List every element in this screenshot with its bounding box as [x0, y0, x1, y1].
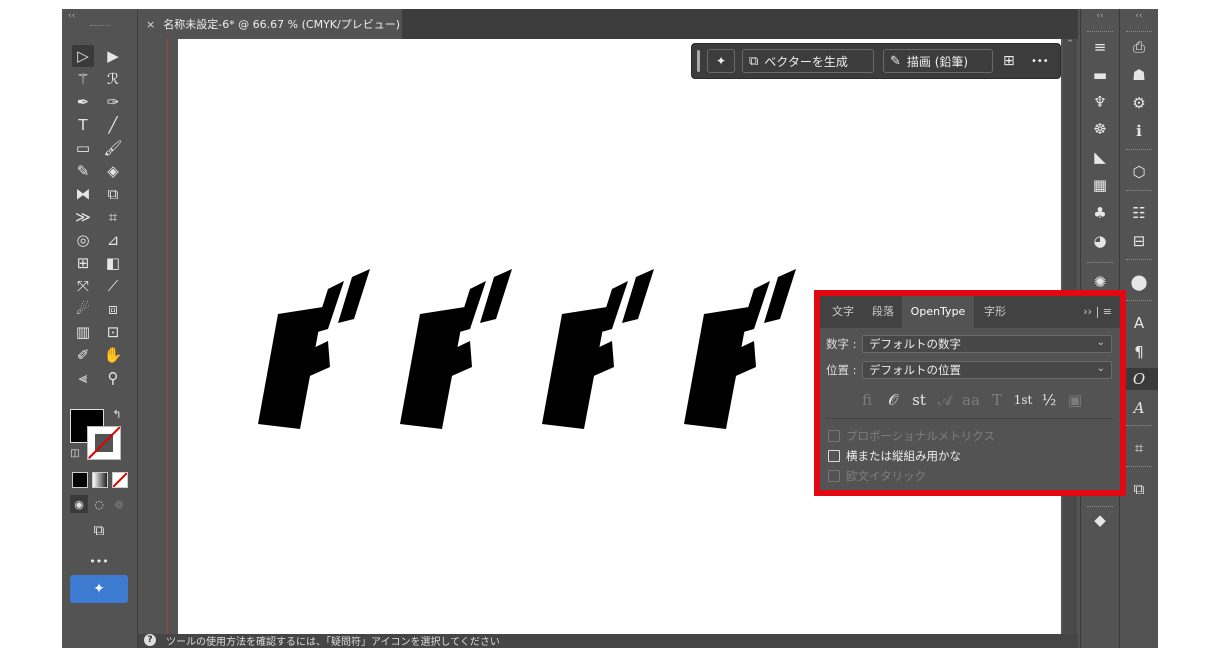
artboard-tool-icon[interactable]: ⊡ [102, 321, 124, 343]
draw-inside-icon[interactable]: ⊚ [110, 495, 128, 513]
magic-wand-tool-icon[interactable]: ⚚ [72, 68, 94, 90]
perspective-grid-tool-icon[interactable]: ⊿ [102, 229, 124, 251]
transparency-panel-icon[interactable]: ◣ [1081, 146, 1119, 168]
sparkle-icon: ✦ [715, 54, 727, 68]
zoom-tool-icon[interactable]: ⚲ [102, 367, 124, 389]
pencil-tool-icon[interactable]: ✐ [72, 344, 94, 366]
contextual-task-bar: ✦ ⧉ ベクターを生成 ✎ 描画 (鉛筆) ⊞ ••• [691, 43, 1061, 79]
adjustments-panel-icon[interactable]: ☷ [1120, 202, 1158, 224]
selection-tool-icon[interactable]: ▷ [72, 45, 94, 67]
pen-tool-icon[interactable]: ✒ [72, 91, 94, 113]
artwork-glyph-2[interactable] [400, 269, 512, 429]
paintbrush-tool-icon[interactable]: 🖌 [102, 137, 124, 159]
collapse-dock-icon[interactable]: ‹‹ [1081, 11, 1119, 21]
layers-panel-icon[interactable]: ◆ [1081, 509, 1119, 531]
gradient-tool-icon[interactable]: ◧ [102, 252, 124, 274]
color-wheel-panel-icon[interactable]: ⚙ [1120, 92, 1158, 114]
task-bar-more-button[interactable]: ••• [1031, 49, 1049, 73]
width-tool-icon[interactable]: ≫ [72, 206, 94, 228]
properties-panel-icon[interactable]: ≡ [1081, 36, 1119, 58]
edit-toolbar-button[interactable]: ••• [88, 550, 110, 572]
rectangle-tool-icon[interactable]: ▭ [72, 137, 94, 159]
color-mode-icon[interactable] [72, 472, 88, 488]
artwork-glyph-3[interactable] [542, 269, 654, 429]
direct-selection-tool-icon[interactable]: ▶ [102, 45, 124, 67]
hand-tool-icon[interactable]: ✋ [102, 344, 124, 366]
slice-tool-icon[interactable]: ⧈ [102, 298, 124, 320]
mesh-tool-icon[interactable]: ⊞ [72, 252, 94, 274]
status-bar: ? ツールの使用方法を確認するには、「疑問符」アイコンを選択してください [138, 634, 1078, 648]
lasso-tool-icon[interactable]: ℛ [102, 68, 124, 90]
draw-normal-icon[interactable]: ◉ [70, 495, 88, 513]
libraries-panel-icon[interactable]: ☗ [1120, 64, 1158, 86]
swatches-panel-icon[interactable]: ▦ [1081, 174, 1119, 196]
symbols-panel-icon[interactable]: ♣ [1081, 202, 1119, 224]
draw-pencil-button[interactable]: ✎ 描画 (鉛筆) [883, 49, 993, 73]
line-tool-icon[interactable]: ╱ [102, 114, 124, 136]
highlight-frame [814, 290, 1126, 496]
document-title: 名称未設定-6* @ 66.67 % (CMYK/プレビュー) [163, 18, 401, 31]
document-tab[interactable]: × 名称未設定-6* @ 66.67 % (CMYK/プレビュー) [138, 9, 402, 39]
none-mode-icon[interactable] [112, 472, 128, 488]
image-options-icon[interactable]: ⊞ [1003, 49, 1015, 73]
bleed-guide [167, 39, 168, 648]
close-tab-icon[interactable]: × [146, 18, 155, 31]
screen-mode-icon[interactable]: ⧉ [88, 519, 110, 541]
free-transform-tool-icon[interactable]: ⌗ [102, 206, 124, 228]
help-icon[interactable]: ? [144, 634, 156, 646]
symbol-sprayer-tool-icon[interactable]: ☄ [72, 298, 94, 320]
column-graph-tool-icon[interactable]: ▥ [72, 321, 94, 343]
curvature-tool-icon[interactable]: ✑ [102, 91, 124, 113]
artwork-glyph-1[interactable] [258, 269, 370, 429]
artboards-panel-icon[interactable]: ⊟ [1120, 230, 1158, 252]
artwork-glyph-4[interactable] [684, 269, 796, 429]
pencil-icon: ✎ [890, 53, 901, 69]
blend-tool-icon[interactable]: ⤧ [72, 275, 94, 297]
tools-panel: ‹‹ ▷ ▶ ⚚ ℛ ✒ ✑ T ╱ ▭ 🖌 ✎ ◈ ⧓ ⧉ ≫ ⌗ ◎ ⊿ ⊞… [62, 9, 138, 648]
color-guide-panel-icon[interactable]: ☸ [1081, 118, 1119, 140]
generate-vector-button[interactable]: ⧉ ベクターを生成 [742, 49, 874, 73]
toolbar-grip[interactable] [90, 25, 110, 28]
generative-ai-button[interactable]: ✦ [70, 575, 128, 603]
align-tool-icon[interactable]: ⫷ [72, 367, 94, 389]
eyedropper-tool-icon[interactable]: ⟋ [102, 275, 124, 297]
document-info-panel-icon[interactable]: ⎙ [1120, 36, 1158, 58]
swap-fill-stroke-icon[interactable]: ↰ [110, 407, 124, 421]
status-text: ツールの使用方法を確認するには、「疑問符」アイコンを選択してください [166, 637, 500, 648]
gradient-mode-icon[interactable] [92, 472, 108, 488]
task-bar-handle[interactable] [697, 50, 700, 72]
recolor-button[interactable]: ✦ [707, 49, 735, 73]
scroll-up-icon[interactable]: ⌃ [1066, 39, 1074, 49]
reflect-tool-icon[interactable]: ⧓ [72, 183, 94, 205]
info-panel-icon[interactable]: ℹ [1120, 120, 1158, 142]
3d-panel-icon[interactable]: ⬡ [1120, 161, 1158, 183]
sparkle-icon: ✦ [93, 581, 105, 597]
draw-behind-icon[interactable]: ◌ [90, 495, 108, 513]
generate-vector-icon: ⧉ [749, 53, 759, 69]
appearance-panel-icon[interactable]: ◕ [1081, 230, 1119, 252]
type-tool-icon[interactable]: T [72, 114, 94, 136]
default-fill-stroke-icon[interactable]: ◫ [68, 447, 82, 461]
collapse-dock-icon[interactable]: ‹‹ [1120, 11, 1158, 21]
gradient-panel-icon[interactable]: ▬ [1081, 64, 1119, 86]
collapse-toolbar-icon[interactable]: ‹‹ [68, 11, 75, 21]
eraser-tool-icon[interactable]: ◈ [102, 160, 124, 182]
shaper-tool-icon[interactable]: ✎ [72, 160, 94, 182]
document-tab-bar: × 名称未設定-6* @ 66.67 % (CMYK/プレビュー) [138, 9, 1078, 39]
brushes-panel-icon[interactable]: ♆ [1081, 91, 1119, 113]
stroke-swatch[interactable] [87, 426, 121, 460]
shape-builder-tool-icon[interactable]: ◎ [72, 229, 94, 251]
scale-tool-icon[interactable]: ⧉ [102, 183, 124, 205]
